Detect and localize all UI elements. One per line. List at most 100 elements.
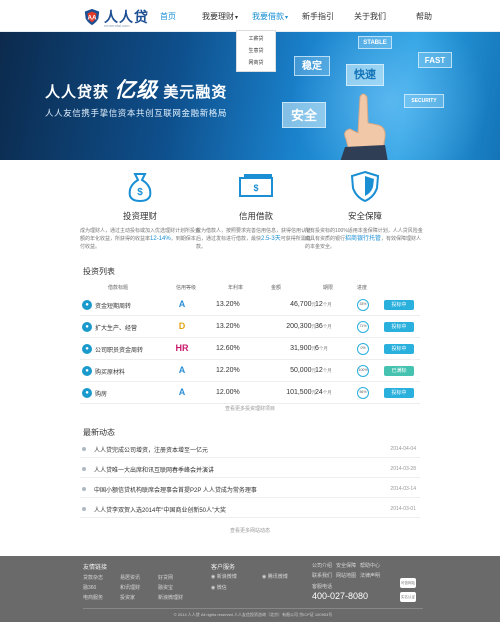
footer-link[interactable]: 和讯理财 bbox=[120, 584, 140, 591]
loan-title[interactable]: 公司职员资金周转 bbox=[95, 345, 143, 354]
news-date: 2014-03-14 bbox=[390, 486, 416, 492]
table-row[interactable]: ● 扩大生产、经营 D 13.20% 200,300元 36个月 71% 投标中 bbox=[80, 316, 420, 338]
more-news-link[interactable]: 查看更多网站动态 bbox=[0, 527, 500, 534]
news-item[interactable]: 人人贷完成公司增资，注册资本增至一亿元 2014-04-04 bbox=[80, 440, 420, 458]
weibo-label: 新浪微博 bbox=[216, 574, 237, 580]
term-value: 36 bbox=[315, 323, 323, 330]
tencent-weibo-link[interactable]: ◉ 腾讯微博 bbox=[262, 573, 288, 580]
feature-loan[interactable]: $ 信用借款 成为借款人，按照要求完善信用信息，获得信用认证后，通过发标进行借款… bbox=[196, 170, 316, 251]
footer-service-title: 客户服务 bbox=[211, 565, 236, 571]
tile-fast: FAST bbox=[418, 52, 452, 68]
feature-safety[interactable]: 安全保障 所有投资标的100%适用本金保障计划，人人贷风险金由具有资质的银行招商… bbox=[305, 170, 425, 251]
bid-button[interactable]: 投标中 bbox=[384, 300, 414, 310]
news-item[interactable]: 人人贷唯一大出席和讯互联网春季峰会并演讲 2014-03-28 bbox=[80, 460, 420, 478]
feature-invest[interactable]: $ 投资理财 成为理财人，通过主动投标或加入优选理财计划所投金额的年化收益，所获… bbox=[80, 170, 200, 251]
loan-type-icon: ● bbox=[82, 388, 92, 398]
verified-badge[interactable]: 实名认证 bbox=[400, 592, 416, 602]
footer-link[interactable]: 融360 bbox=[83, 584, 96, 591]
progress-ring: 33% bbox=[357, 299, 369, 311]
svg-text:$: $ bbox=[253, 183, 258, 193]
bid-button[interactable]: 已满标 bbox=[384, 366, 414, 376]
table-row[interactable]: ● 公司职员资金周转 HR 12.60% 31,900元 6个月 0% 投标中 bbox=[80, 338, 420, 360]
footer-divider bbox=[83, 608, 423, 609]
loan-amount: 31,900元 bbox=[262, 345, 316, 352]
money-bag-icon: $ bbox=[128, 173, 152, 203]
footer-link[interactable]: 易居资讯 bbox=[120, 574, 140, 581]
table-row[interactable]: ● 购买原材料 A 12.20% 50,000元 12个月 100% 已满标 bbox=[80, 360, 420, 382]
bullet-icon bbox=[82, 507, 86, 511]
header: AA 人人贷 renrendai.com 首页 我要理财▾ 我要借款▾ 新手指引… bbox=[0, 0, 500, 32]
cash-icon: $ bbox=[239, 174, 273, 197]
dropdown-item-salary[interactable]: 工薪贷 bbox=[237, 33, 275, 45]
col-term: 期限 bbox=[323, 285, 334, 291]
footer-bottom-link[interactable]: 法律声明 bbox=[360, 572, 380, 579]
trusted-site-badge[interactable]: 可信网站 bbox=[400, 578, 416, 588]
term-value: 12 bbox=[315, 301, 323, 308]
loan-title[interactable]: 购房 bbox=[95, 389, 107, 398]
nav-about[interactable]: 关于我们 bbox=[348, 0, 392, 32]
news-headline[interactable]: 人人贷完成公司增资，注册资本增至一亿元 bbox=[94, 445, 208, 454]
term-unit: 个月 bbox=[322, 302, 332, 307]
news-headline[interactable]: 人人贷唯一大出席和讯互联网春季峰会并演讲 bbox=[94, 465, 214, 474]
footer-link[interactable]: 投资家 bbox=[120, 594, 135, 601]
loan-type-icon: ● bbox=[82, 344, 92, 354]
nav-guide[interactable]: 新手指引 bbox=[296, 0, 340, 32]
footer-bottom-link[interactable]: 公司介绍 bbox=[312, 562, 332, 569]
weibo-link[interactable]: ◉ 新浪微博 bbox=[211, 573, 237, 580]
loan-title[interactable]: 扩大生产、经营 bbox=[95, 323, 137, 332]
nav-home[interactable]: 首页 bbox=[150, 0, 186, 32]
news-headline[interactable]: 人人贷李双贺入选2014年“中国商业创新50人”大奖 bbox=[94, 505, 226, 514]
wechat-link[interactable]: ◉ 微信 bbox=[211, 584, 227, 591]
banner-title: 人人贷获 亿级 美元融资 bbox=[45, 74, 227, 104]
footer-link[interactable]: 贷款杂志 bbox=[83, 574, 103, 581]
loan-type-icon: ● bbox=[82, 322, 92, 332]
news-headline[interactable]: 中国小额信贷机构联席会理事会首提P2P 人人贷成为常务理事 bbox=[94, 485, 257, 494]
credit-level: HR bbox=[175, 343, 189, 353]
loan-type-icon: ● bbox=[82, 366, 92, 376]
footer-link[interactable]: 好贷网 bbox=[158, 574, 173, 581]
footer-bottom-link[interactable]: 帮助中心 bbox=[360, 562, 380, 569]
nav-invest[interactable]: 我要理财▾ bbox=[194, 0, 246, 32]
footer-link[interactable]: 新浪微理财 bbox=[158, 594, 183, 601]
table-row[interactable]: ● 资金短期周转 A 13.20% 46,700元 12个月 33% 投标中 bbox=[80, 294, 420, 316]
feature-desc: 成为理财人，通过主动投标或加入优选理财计划所投金额的年化收益，所获得的收益率12… bbox=[80, 227, 200, 251]
banner-title-big: 亿级 bbox=[114, 79, 159, 102]
phone-label: 客服电话 bbox=[312, 584, 333, 590]
progress-ring: 71% bbox=[357, 321, 369, 333]
weibo-icon: ◉ bbox=[211, 574, 216, 580]
table-row[interactable]: ● 购房 A 12.00% 101,500元 24个月 56% 投标中 bbox=[80, 382, 420, 404]
loan-title[interactable]: 购买原材料 bbox=[95, 367, 125, 376]
loan-term: 6个月 bbox=[315, 345, 328, 352]
feature-highlight: 招商银行托管 bbox=[345, 236, 382, 242]
bid-button[interactable]: 投标中 bbox=[384, 388, 414, 398]
dropdown-item-business[interactable]: 生意贷 bbox=[237, 45, 275, 57]
footer-link[interactable]: 融资宝 bbox=[158, 584, 173, 591]
amount-value: 31,900 bbox=[290, 345, 312, 352]
nav-help[interactable]: 帮助 bbox=[404, 0, 444, 32]
more-invest-link[interactable]: 查看更多投资理财项目 bbox=[0, 405, 500, 412]
footer-link[interactable]: 电商服务 bbox=[83, 594, 103, 601]
news-item[interactable]: 中国小额信贷机构联席会理事会首提P2P 人人贷成为常务理事 2014-03-14 bbox=[80, 480, 420, 498]
col-rate: 年利率 bbox=[228, 285, 244, 291]
loan-term: 12个月 bbox=[315, 367, 332, 374]
nav-borrow[interactable]: 我要借款▾ bbox=[248, 0, 292, 32]
footer-links-title: 友情链接 bbox=[83, 565, 108, 571]
footer-bottom-link[interactable]: 网站地图 bbox=[336, 572, 356, 579]
feature-highlight: 2.5-3天 bbox=[261, 236, 281, 242]
credit-level: A bbox=[178, 387, 186, 397]
term-value: 24 bbox=[315, 389, 323, 396]
amount-value: 50,000 bbox=[290, 367, 312, 374]
dropdown-item-ecommerce[interactable]: 网商贷 bbox=[237, 57, 275, 69]
news-item[interactable]: 人人贷李双贺入选2014年“中国商业创新50人”大奖 2014-03-01 bbox=[80, 500, 420, 518]
term-unit: 个月 bbox=[318, 346, 328, 351]
bullet-icon bbox=[82, 467, 86, 471]
main-nav: 首页 我要理财▾ 我要借款▾ 新手指引 关于我们 帮助 bbox=[150, 0, 444, 32]
invest-list-title: 投资列表 bbox=[83, 267, 115, 276]
loan-term: 12个月 bbox=[315, 301, 332, 308]
footer-bottom-link[interactable]: 安全保障 bbox=[336, 562, 356, 569]
bid-button[interactable]: 投标中 bbox=[384, 322, 414, 332]
logo[interactable]: AA 人人贷 renrendai.com bbox=[83, 7, 149, 28]
bid-button[interactable]: 投标中 bbox=[384, 344, 414, 354]
footer-bottom-link[interactable]: 联系我们 bbox=[312, 572, 332, 579]
loan-title[interactable]: 资金短期周转 bbox=[95, 301, 131, 310]
